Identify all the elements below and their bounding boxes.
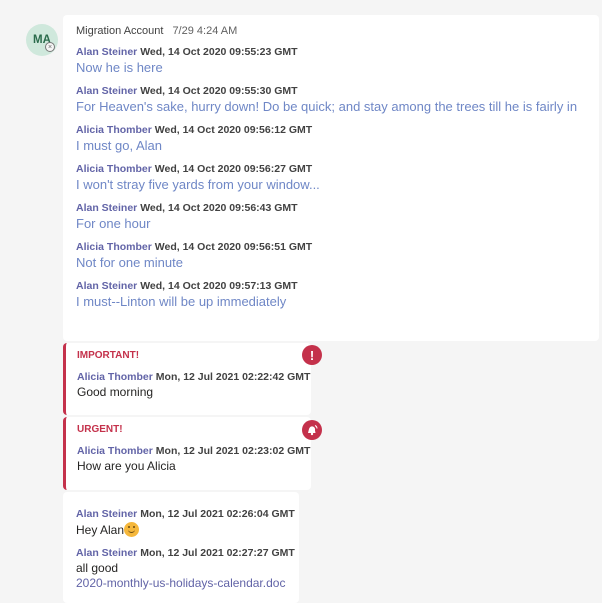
message-text: For Heaven's sake, hurry down! Do be qui…: [76, 99, 578, 114]
message-meta: Alicia Thomber Mon, 12 Jul 2021 02:23:02…: [77, 445, 311, 457]
attachment-link[interactable]: 2020-monthly-us-holidays-calendar.doc: [76, 576, 299, 590]
message-timestamp: Wed, 14 Oct 2020 09:55:23 GMT: [140, 46, 298, 58]
message-meta: Alicia Thomber Mon, 12 Jul 2021 02:22:42…: [77, 371, 311, 383]
message-meta: Alicia Thomber Wed, 14 Oct 2020 09:56:27…: [76, 163, 599, 175]
message-timestamp: Wed, 14 Oct 2020 09:55:30 GMT: [140, 85, 298, 97]
message-timestamp: Mon, 12 Jul 2021 02:22:42 GMT: [155, 371, 311, 383]
important-message-card: IMPORTANT! Alicia Thomber Mon, 12 Jul 20…: [63, 343, 311, 415]
message-meta: Alan Steiner Wed, 14 Oct 2020 09:56:43 G…: [76, 202, 599, 214]
message-author[interactable]: Alan Steiner: [76, 280, 137, 292]
message-timestamp: Wed, 14 Oct 2020 09:57:13 GMT: [140, 280, 298, 292]
message-meta: Alan Steiner Mon, 12 Jul 2021 02:26:04 G…: [76, 508, 299, 520]
message-author[interactable]: Alan Steiner: [76, 508, 137, 520]
message-author[interactable]: Alicia Thomber: [76, 124, 152, 136]
presence-unknown-icon: ×: [45, 42, 55, 52]
message-text: all good: [76, 561, 119, 575]
message-author[interactable]: Alan Steiner: [76, 46, 137, 58]
message-text-content: Hey Alan: [76, 523, 125, 537]
urgent-label: URGENT!: [77, 424, 123, 435]
message-author[interactable]: Alicia Thomber: [77, 371, 153, 383]
important-label: IMPORTANT!: [77, 350, 140, 361]
message-timestamp: Wed, 14 Oct 2020 09:56:12 GMT: [154, 124, 313, 136]
message-timestamp: Mon, 12 Jul 2021 02:26:04 GMT: [140, 508, 295, 520]
message-timestamp: Wed, 14 Oct 2020 09:56:27 GMT: [154, 163, 313, 175]
message-time: 7/29 4:24 AM: [172, 25, 238, 37]
message-author[interactable]: Alicia Thomber: [76, 241, 152, 253]
message-card: Migration Account 7/29 4:24 AM Alan Stein…: [63, 15, 599, 341]
message-author[interactable]: Alan Steiner: [76, 547, 137, 559]
message-text: Now he is here: [76, 60, 163, 75]
message-meta: Alan Steiner Mon, 12 Jul 2021 02:27:27 G…: [76, 547, 299, 559]
message-meta: Alan Steiner Wed, 14 Oct 2020 09:55:30 G…: [76, 85, 599, 97]
message-text: How are you Alicia: [77, 459, 176, 473]
message-card: Alan Steiner Mon, 12 Jul 2021 02:26:04 G…: [63, 492, 299, 603]
message-timestamp: Mon, 12 Jul 2021 02:23:02 GMT: [155, 445, 311, 457]
urgent-message-card: URGENT! Alicia Thomber Mon, 12 Jul 2021 …: [63, 417, 311, 490]
message-author[interactable]: Alicia Thomber: [76, 163, 152, 175]
sender-name[interactable]: Migration Account: [76, 25, 163, 37]
message-header: Migration Account 7/29 4:24 AM: [76, 25, 599, 37]
message-text: Hey Alan: [76, 522, 299, 537]
bell-ring-icon: [302, 420, 322, 440]
avatar[interactable]: MA: [26, 24, 58, 56]
message-meta: Alan Steiner Wed, 14 Oct 2020 09:55:23 G…: [76, 46, 599, 58]
message-timestamp: Wed, 14 Oct 2020 09:56:51 GMT: [154, 241, 313, 253]
smile-emoji-icon: [124, 522, 140, 537]
message-text: For one hour: [76, 216, 151, 231]
message-meta: Alicia Thomber Wed, 14 Oct 2020 09:56:12…: [76, 124, 599, 136]
message-text: Not for one minute: [76, 255, 183, 270]
message-timestamp: Wed, 14 Oct 2020 09:56:43 GMT: [140, 202, 298, 214]
message-timestamp: Mon, 12 Jul 2021 02:27:27 GMT: [140, 547, 295, 559]
message-text: I must--Linton will be up immediately: [76, 294, 287, 309]
message-text: I won't stray five yards from your windo…: [76, 177, 320, 192]
message-author[interactable]: Alan Steiner: [76, 85, 137, 97]
message-text: Good morning: [77, 385, 154, 399]
message-author[interactable]: Alicia Thomber: [77, 445, 153, 457]
message-meta: Alicia Thomber Wed, 14 Oct 2020 09:56:51…: [76, 241, 599, 253]
message-meta: Alan Steiner Wed, 14 Oct 2020 09:57:13 G…: [76, 280, 599, 292]
exclamation-icon: !: [302, 345, 322, 365]
message-text: I must go, Alan: [76, 138, 162, 153]
message-author[interactable]: Alan Steiner: [76, 202, 137, 214]
